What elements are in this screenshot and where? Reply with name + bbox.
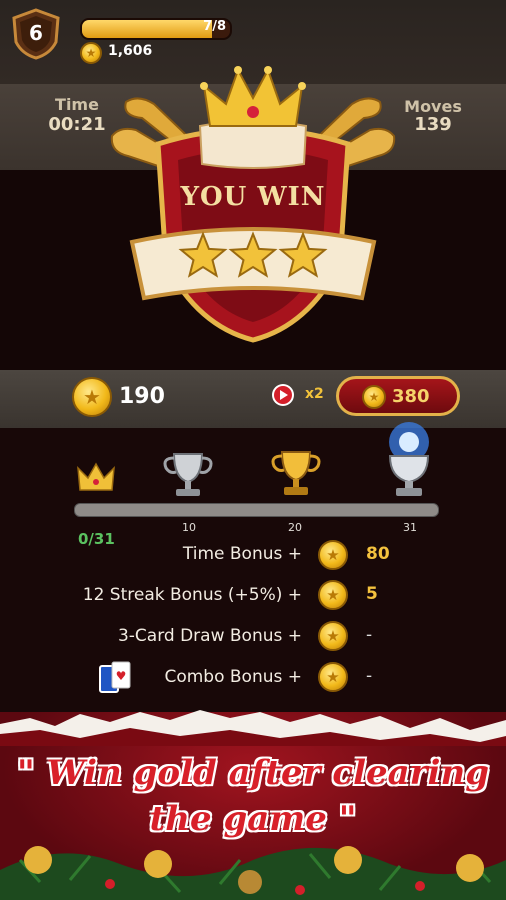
- coin-icon: ★: [318, 662, 348, 692]
- draw-bonus-value: -: [366, 625, 373, 645]
- coin-balance: 1,606: [108, 43, 153, 59]
- cards-icon: ♥: [99, 661, 131, 693]
- ornament-icon: [456, 854, 484, 882]
- ornament-icon: [334, 846, 362, 874]
- coin-icon: ★: [318, 580, 348, 610]
- time-bonus-label: Time Bonus +: [182, 544, 302, 564]
- christmas-garland: [0, 846, 506, 900]
- gold-trophy-icon: [271, 451, 321, 495]
- coin-icon: ★: [318, 540, 348, 570]
- star-icon: [278, 231, 328, 278]
- time-value: 00:21: [48, 114, 106, 135]
- milestone-label: 10: [182, 521, 196, 534]
- crown-icon: [200, 66, 306, 127]
- video-play-icon[interactable]: [270, 382, 296, 408]
- combo-bonus-value: -: [366, 666, 373, 686]
- silver-trophy-icon: [163, 453, 213, 496]
- star-icon: [178, 231, 228, 278]
- diamond-trophy-icon: [388, 422, 430, 496]
- ornament-icon: [144, 850, 172, 878]
- combo-bonus-label: Combo Bonus +: [164, 667, 302, 687]
- coin-icon: ★: [80, 42, 102, 64]
- double-reward-amount: 380: [392, 386, 430, 407]
- reward-coin-icon: ★: [72, 377, 112, 417]
- ornament-icon: [238, 870, 262, 894]
- xp-progress-text: 7/8: [203, 19, 226, 34]
- result-title: YOU WIN: [180, 182, 326, 212]
- streak-bonus-label: 12 Streak Bonus (+5%) +: [82, 585, 302, 605]
- star-icon: [228, 231, 278, 278]
- moves-value: 139: [414, 114, 452, 135]
- time-bonus-value: 80: [366, 544, 390, 564]
- streak-bonus-value: 5: [366, 584, 378, 604]
- svg-text:♥: ♥: [116, 669, 127, 683]
- milestone-label: 31: [403, 521, 417, 534]
- trophy-progress-bar: [74, 503, 439, 517]
- rating-stars: [178, 231, 328, 278]
- reward-multiplier: x2: [305, 386, 324, 402]
- ornament-icon: [24, 846, 52, 874]
- level-number: 6: [29, 21, 43, 45]
- time-label: Time: [55, 95, 99, 114]
- milestone-label: 20: [288, 521, 302, 534]
- promo-line-1: " Win gold after clearing: [17, 753, 489, 793]
- crown-milestone-icon: [77, 462, 115, 491]
- reward-amount: 190: [119, 384, 165, 409]
- coin-icon: ★: [318, 621, 348, 651]
- button-coin-icon: ★: [362, 385, 386, 409]
- draw-bonus-label: 3-Card Draw Bonus +: [117, 626, 302, 646]
- torn-paper-edge: [0, 710, 506, 746]
